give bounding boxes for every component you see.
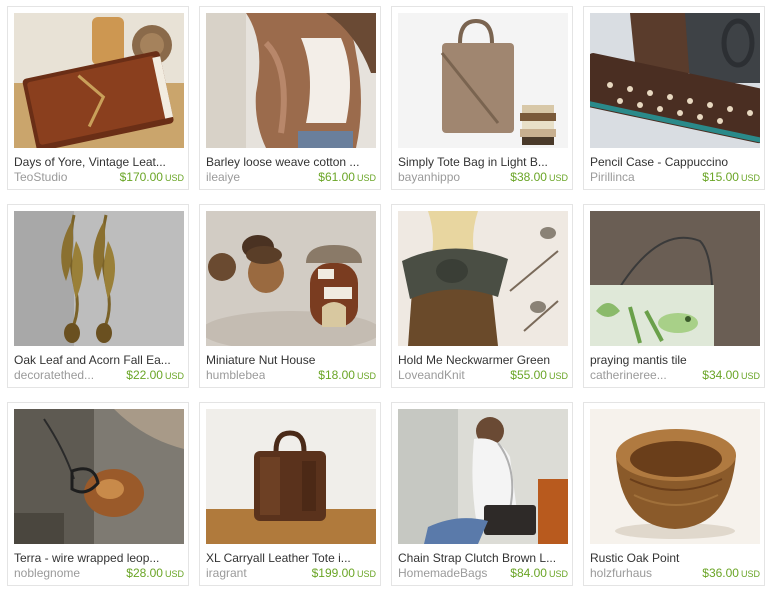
listing-card[interactable]: Terra - wire wrapped leop... noblegnome … [7, 402, 189, 586]
listing-thumbnail-knit-shrug[interactable] [206, 13, 376, 148]
listing-title[interactable]: Chain Strap Clutch Brown L... [398, 551, 570, 565]
treasury-grid: Days of Yore, Vintage Leat... TeoStudio … [0, 0, 772, 594]
listing-thumbnail-stone-pendant[interactable] [14, 409, 184, 544]
shop-name[interactable]: HomemadeBags [398, 566, 487, 580]
listing-thumbnail-chain-clutch[interactable] [398, 409, 568, 544]
listing-card[interactable]: XL Carryall Leather Tote i... iragrant $… [199, 402, 381, 586]
listing-card[interactable]: Chain Strap Clutch Brown L... HomemadeBa… [391, 402, 573, 586]
listing-thumbnail-pencil-case[interactable] [590, 13, 760, 148]
listing-card[interactable]: Barley loose weave cotton ... ileaiye $6… [199, 6, 381, 190]
shop-name[interactable]: LoveandKnit [398, 368, 465, 382]
listing-thumbnail-tote-bag[interactable] [398, 13, 568, 148]
listing-title[interactable]: Rustic Oak Point [590, 551, 762, 565]
listing-title[interactable]: praying mantis tile [590, 353, 762, 367]
listing-price: $36.00 USD [702, 566, 760, 580]
listing-thumbnail-oak-bowl[interactable] [590, 409, 760, 544]
listing-title[interactable]: Barley loose weave cotton ... [206, 155, 378, 169]
listing-price: $199.00 USD [311, 566, 376, 580]
listing-title[interactable]: XL Carryall Leather Tote i... [206, 551, 378, 565]
listing-title[interactable]: Pencil Case - Cappuccino [590, 155, 762, 169]
listing-thumbnail-nut-house[interactable] [206, 211, 376, 346]
listing-title[interactable]: Days of Yore, Vintage Leat... [14, 155, 186, 169]
listing-thumbnail-leaf-earrings[interactable] [14, 211, 184, 346]
listing-card[interactable]: Simply Tote Bag in Light B... bayanhippo… [391, 6, 573, 190]
listing-title[interactable]: Terra - wire wrapped leop... [14, 551, 186, 565]
listing-title[interactable]: Miniature Nut House [206, 353, 378, 367]
listing-card[interactable]: Rustic Oak Point holzfurhaus $36.00 USD [583, 402, 765, 586]
listing-price: $38.00 USD [510, 170, 568, 184]
listing-price: $61.00 USD [318, 170, 376, 184]
listing-title[interactable]: Hold Me Neckwarmer Green [398, 353, 570, 367]
listing-thumbnail-neckwarmer[interactable] [398, 211, 568, 346]
shop-name[interactable]: humblebea [206, 368, 265, 382]
listing-card[interactable]: praying mantis tile catherineree... $34.… [583, 204, 765, 388]
shop-name[interactable]: noblegnome [14, 566, 80, 580]
shop-name[interactable]: holzfurhaus [590, 566, 652, 580]
listing-card[interactable]: Miniature Nut House humblebea $18.00 USD [199, 204, 381, 388]
listing-price: $34.00 USD [702, 368, 760, 382]
listing-price: $28.00 USD [126, 566, 184, 580]
listing-price: $22.00 USD [126, 368, 184, 382]
listing-price: $55.00 USD [510, 368, 568, 382]
listing-thumbnail-leather-tote[interactable] [206, 409, 376, 544]
shop-name[interactable]: Pirillinca [590, 170, 635, 184]
listing-card[interactable]: Hold Me Neckwarmer Green LoveandKnit $55… [391, 204, 573, 388]
listing-thumbnail-leather-journal[interactable] [14, 13, 184, 148]
shop-name[interactable]: catherineree... [590, 368, 667, 382]
listing-price: $170.00 USD [119, 170, 184, 184]
listing-price: $18.00 USD [318, 368, 376, 382]
listing-title[interactable]: Simply Tote Bag in Light B... [398, 155, 570, 169]
shop-name[interactable]: decoratethed... [14, 368, 94, 382]
listing-card[interactable]: Days of Yore, Vintage Leat... TeoStudio … [7, 6, 189, 190]
listing-title[interactable]: Oak Leaf and Acorn Fall Ea... [14, 353, 186, 367]
shop-name[interactable]: TeoStudio [14, 170, 67, 184]
listing-price: $15.00 USD [702, 170, 760, 184]
listing-thumbnail-mantis-tile[interactable] [590, 211, 760, 346]
listing-price: $84.00 USD [510, 566, 568, 580]
shop-name[interactable]: iragrant [206, 566, 247, 580]
listing-card[interactable]: Oak Leaf and Acorn Fall Ea... decorateth… [7, 204, 189, 388]
shop-name[interactable]: ileaiye [206, 170, 240, 184]
shop-name[interactable]: bayanhippo [398, 170, 460, 184]
listing-card[interactable]: Pencil Case - Cappuccino Pirillinca $15.… [583, 6, 765, 190]
